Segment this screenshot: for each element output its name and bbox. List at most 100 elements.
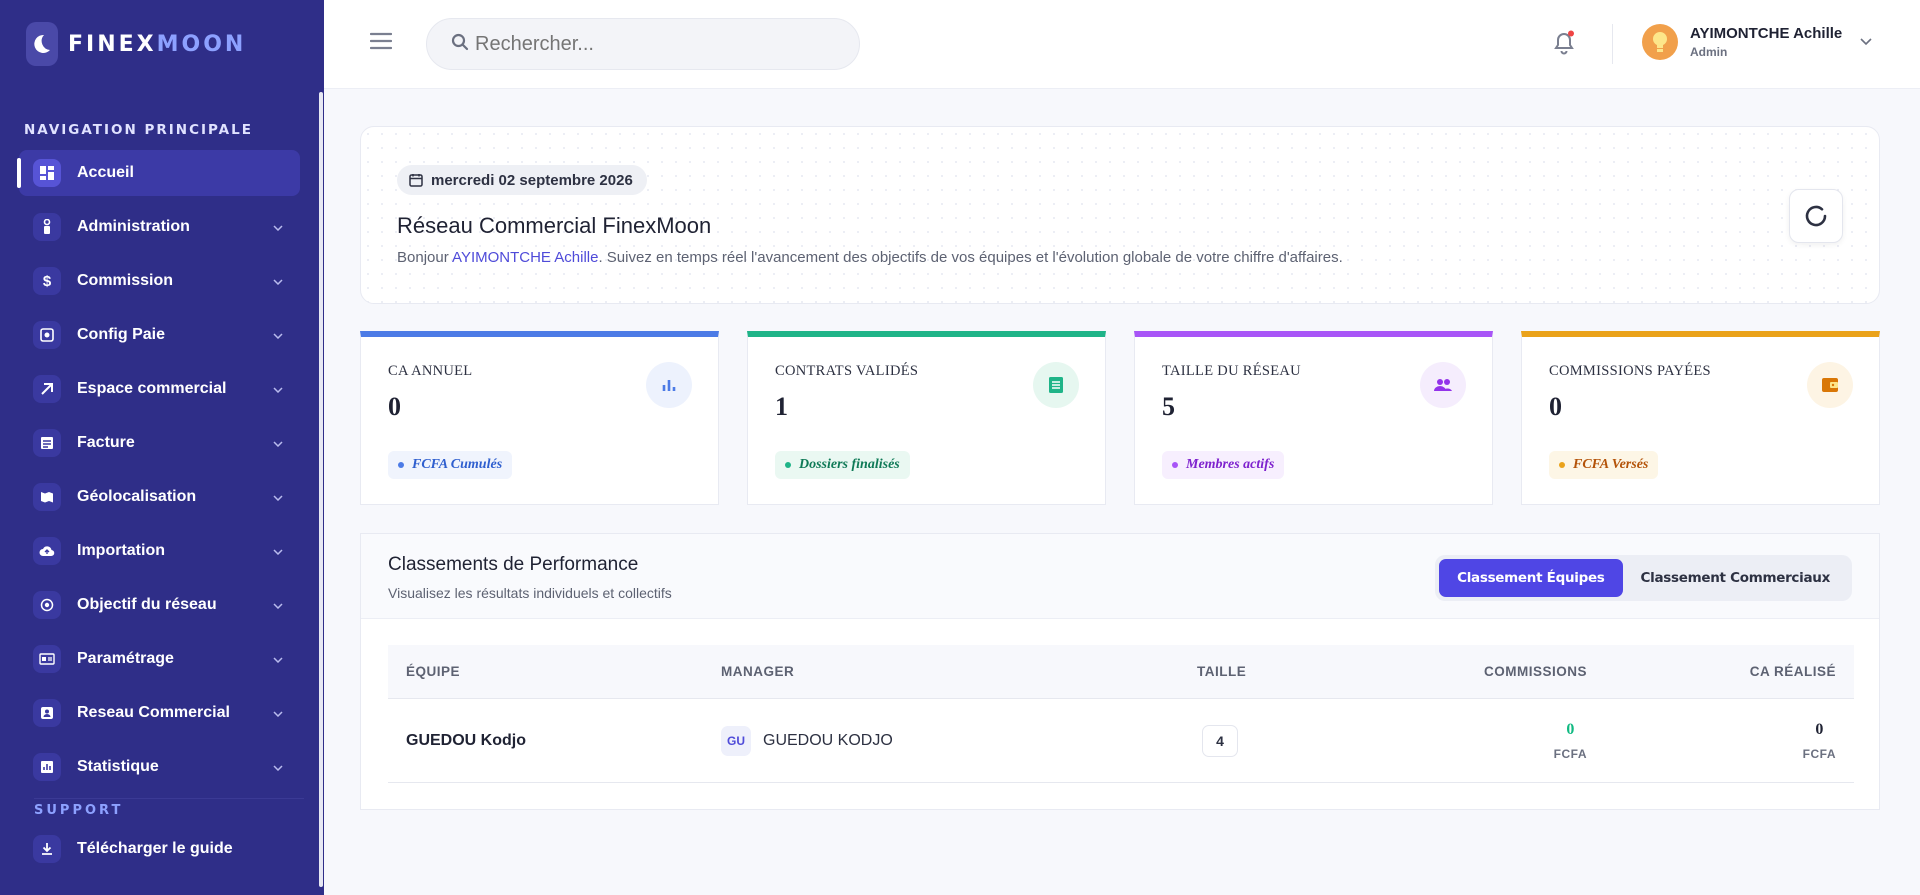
kpi-card-contrats: CONTRATS VALIDÉS 1 Dossiers finalisés bbox=[747, 331, 1106, 505]
chevron-down-icon bbox=[270, 434, 286, 452]
sidebar-item-label: Reseau Commercial bbox=[77, 704, 230, 721]
table-row[interactable]: GUEDOU Kodjo GU GUEDOU KODJO 4 0 FCFA 0 … bbox=[388, 699, 1854, 783]
chevron-down-icon bbox=[270, 272, 286, 290]
highlighted-user-name: AYIMONTCHE Achille bbox=[452, 249, 599, 266]
sidebar-item-importation[interactable]: Importation bbox=[19, 528, 300, 574]
avatar bbox=[1642, 24, 1678, 60]
admin-icon bbox=[33, 213, 61, 241]
target-icon bbox=[33, 591, 61, 619]
page-title: Réseau Commercial FinexMoon bbox=[397, 213, 712, 238]
kpi-value: 0 bbox=[388, 392, 401, 421]
chevron-down-icon[interactable] bbox=[1860, 33, 1872, 51]
kpi-card-commissions: COMMISSIONS PAYÉES 0 FCFA Versés bbox=[1521, 331, 1880, 505]
column-header-ca-realise[interactable]: CA RÉALISÉ bbox=[1750, 645, 1836, 698]
dashboard-icon bbox=[33, 159, 61, 187]
table-header: ÉQUIPE MANAGER TAILLE COMMISSIONS CA RÉA… bbox=[388, 645, 1854, 699]
brand-logo[interactable]: FINEXMOON bbox=[0, 0, 324, 88]
team-size-badge: 4 bbox=[1202, 724, 1238, 757]
header-divider bbox=[1612, 24, 1613, 64]
chevron-down-icon bbox=[270, 704, 286, 722]
sidebar-item-label: Administration bbox=[77, 218, 190, 235]
sidebar-item-label: Accueil bbox=[77, 164, 134, 181]
sidebar-item-label: Config Paie bbox=[77, 326, 166, 343]
sidebar-item-statistique[interactable]: Statistique bbox=[19, 744, 300, 790]
column-header-manager[interactable]: MANAGER bbox=[721, 645, 794, 698]
commercial-space-icon bbox=[33, 375, 61, 403]
sidebar-item-label: Importation bbox=[77, 542, 165, 559]
search-icon bbox=[451, 33, 469, 56]
search-input[interactable] bbox=[475, 32, 835, 56]
sidebar-item-label: Statistique bbox=[77, 758, 159, 775]
download-icon bbox=[33, 835, 61, 863]
map-icon bbox=[33, 483, 61, 511]
calendar-icon bbox=[409, 174, 423, 187]
sidebar-item-label: Facture bbox=[77, 434, 135, 451]
kpi-value: 0 bbox=[1549, 392, 1562, 421]
settings-card-icon bbox=[33, 645, 61, 673]
team-name: GUEDOU Kodjo bbox=[406, 731, 526, 749]
manager-name: GUEDOU KODJO bbox=[763, 731, 893, 749]
sidebar-item-config-paie[interactable]: Config Paie bbox=[19, 312, 300, 358]
kpi-badge: Dossiers finalisés bbox=[775, 451, 910, 479]
search-bar[interactable] bbox=[426, 18, 860, 70]
bar-chart-icon bbox=[646, 362, 692, 408]
sidebar-item-label: Commission bbox=[77, 272, 174, 289]
kpi-value: 1 bbox=[775, 392, 788, 421]
chevron-down-icon bbox=[270, 326, 286, 344]
column-header-taille[interactable]: TAILLE bbox=[1197, 645, 1246, 698]
ca-cell: 0 FCFA bbox=[1803, 699, 1836, 782]
sidebar-item-label: Télécharger le guide bbox=[77, 840, 233, 857]
chevron-down-icon bbox=[270, 758, 286, 776]
refresh-icon bbox=[1805, 205, 1827, 227]
sidebar-item-accueil[interactable]: Accueil bbox=[17, 150, 300, 196]
nav-section-title: NAVIGATION PRINCIPALE bbox=[24, 122, 253, 138]
user-menu[interactable]: AYIMONTCHE Achille Admin bbox=[1642, 24, 1872, 60]
manager-initials-avatar: GU bbox=[721, 725, 751, 756]
chevron-down-icon bbox=[270, 542, 286, 560]
sidebar-item-reseau-commercial[interactable]: Reseau Commercial bbox=[19, 690, 300, 736]
document-icon bbox=[1033, 362, 1079, 408]
commissions-cell: 0 FCFA bbox=[1554, 699, 1587, 782]
network-icon bbox=[33, 699, 61, 727]
kpi-card-ca-annuel: CA ANNUEL 0 FCFA Cumulés bbox=[360, 331, 719, 505]
hamburger-menu-icon[interactable] bbox=[369, 32, 393, 54]
sidebar-item-facture[interactable]: Facture bbox=[19, 420, 300, 466]
sidebar-item-label: Paramétrage bbox=[77, 650, 174, 667]
user-role: Admin bbox=[1690, 45, 1728, 59]
sidebar-item-geolocalisation[interactable]: Géolocalisation bbox=[19, 474, 300, 520]
user-name: AYIMONTCHE Achille bbox=[1690, 25, 1843, 42]
invoice-icon bbox=[33, 429, 61, 457]
cloud-upload-icon bbox=[33, 537, 61, 565]
sidebar-item-objectif-reseau[interactable]: Objectif du réseau bbox=[19, 582, 300, 628]
column-header-commissions[interactable]: COMMISSIONS bbox=[1484, 645, 1587, 698]
current-date: mercredi 02 septembre 2026 bbox=[431, 171, 633, 189]
kpi-label: CONTRATS VALIDÉS bbox=[775, 363, 919, 379]
refresh-button[interactable] bbox=[1789, 189, 1843, 243]
tab-classement-commerciaux[interactable]: Classement Commerciaux bbox=[1623, 559, 1848, 597]
kpi-badge: Membres actifs bbox=[1162, 451, 1285, 479]
chevron-down-icon bbox=[270, 380, 286, 398]
date-badge: mercredi 02 septembre 2026 bbox=[397, 165, 647, 195]
sidebar-item-parametrage[interactable]: Paramétrage bbox=[19, 636, 300, 682]
sidebar-item-espace-commercial[interactable]: Espace commercial bbox=[19, 366, 300, 412]
kpi-label: CA ANNUEL bbox=[388, 363, 473, 379]
kpi-label: TAILLE DU RÉSEAU bbox=[1162, 363, 1301, 379]
tab-classement-equipes[interactable]: Classement Équipes bbox=[1439, 559, 1623, 597]
top-header: AYIMONTCHE Achille Admin bbox=[324, 0, 1920, 89]
sidebar-item-administration[interactable]: Administration bbox=[19, 204, 300, 250]
sidebar: FINEXMOON NAVIGATION PRINCIPALE Accueil … bbox=[0, 0, 324, 895]
sidebar-item-commission[interactable]: $ Commission bbox=[19, 258, 300, 304]
sidebar-item-label: Géolocalisation bbox=[77, 488, 197, 505]
sidebar-scrollbar[interactable] bbox=[319, 92, 323, 887]
welcome-banner: mercredi 02 septembre 2026 Réseau Commer… bbox=[360, 126, 1880, 304]
support-section-title: SUPPORT bbox=[34, 798, 304, 818]
chevron-down-icon bbox=[270, 218, 286, 236]
sidebar-item-label: Espace commercial bbox=[77, 380, 227, 397]
sidebar-item-download-guide[interactable]: Télécharger le guide bbox=[19, 826, 300, 872]
currency-label: FCFA bbox=[1553, 746, 1587, 761]
column-header-equipe[interactable]: ÉQUIPE bbox=[406, 645, 460, 698]
currency-label: FCFA bbox=[1802, 746, 1836, 761]
performance-rankings: Classements de Performance Visualisez le… bbox=[360, 533, 1880, 810]
brand-name: FINEXMOON bbox=[68, 31, 247, 57]
notification-bell-icon[interactable] bbox=[1551, 30, 1577, 56]
